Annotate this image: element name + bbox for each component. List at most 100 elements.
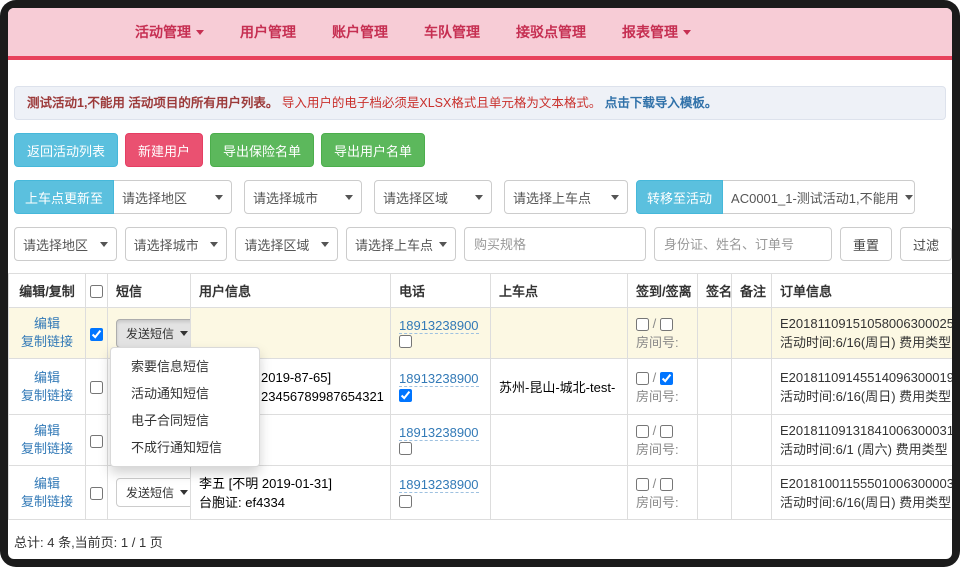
edit-link[interactable]: 编辑 [34, 423, 60, 438]
back-to-activities-button[interactable]: 返回活动列表 [14, 133, 118, 167]
chevron-down-icon [321, 242, 329, 247]
sign-in-checkbox[interactable] [636, 318, 649, 331]
edit-copy-cell: 编辑 复制链接 [9, 308, 86, 359]
download-template-link[interactable]: 点击下载导入模板。 [605, 96, 718, 110]
menu-item-request-info-sms[interactable]: 索要信息短信 [111, 353, 259, 380]
pickup-point-select[interactable]: 请选择上车点 [504, 180, 628, 214]
sign-out-checkbox[interactable] [660, 318, 673, 331]
copy-link[interactable]: 复制链接 [21, 388, 73, 403]
sign-cell: / 房间号: [628, 308, 698, 359]
phone-checkbox[interactable] [399, 335, 412, 348]
select-value: 请选择城市 [253, 188, 318, 207]
chevron-down-icon [100, 242, 108, 247]
district-select[interactable]: 请选择区域 [374, 180, 492, 214]
sign-in-checkbox[interactable] [636, 425, 649, 438]
filter-region-select[interactable]: 请选择地区 [14, 227, 117, 261]
chevron-down-icon [439, 242, 447, 247]
nav-account-management[interactable]: 账户管理 [332, 22, 388, 42]
pickup-cell [491, 308, 628, 359]
edit-link[interactable]: 编辑 [34, 370, 60, 385]
search-input[interactable] [654, 227, 832, 261]
copy-link[interactable]: 复制链接 [21, 494, 73, 509]
send-sms-button[interactable]: 发送短信 [116, 478, 191, 507]
nav-user-management[interactable]: 用户管理 [240, 22, 296, 42]
reset-button[interactable]: 重置 [840, 227, 892, 261]
chevron-down-icon [683, 30, 691, 35]
sign-out-checkbox[interactable] [660, 478, 673, 491]
row-checkbox[interactable] [90, 487, 103, 500]
export-insurance-button[interactable]: 导出保险名单 [210, 133, 314, 167]
phone-checkbox[interactable] [399, 389, 412, 402]
order-details: 活动时间:6/16(周日) 费用类型 [780, 493, 952, 512]
export-users-button[interactable]: 导出用户名单 [321, 133, 425, 167]
nav-pickup-point-management[interactable]: 接驳点管理 [516, 22, 586, 42]
sign-out-checkbox[interactable] [660, 372, 673, 385]
sms-dropdown-menu: 索要信息短信 活动通知短信 电子合同短信 不成行通知短信 [110, 347, 260, 467]
nav-activity-management[interactable]: 活动管理 [135, 22, 204, 42]
header-pickup: 上车点 [491, 274, 628, 308]
table-header-row: 编辑/复制 短信 用户信息 电话 上车点 签到/签离 签名 备注 订单信息 [9, 274, 953, 308]
pickup-cell [491, 415, 628, 466]
select-value: 请选择区域 [383, 188, 448, 207]
phone-checkbox[interactable] [399, 495, 412, 508]
phone-link[interactable]: 18913238900 [399, 425, 479, 441]
note-cell [732, 308, 772, 359]
row-checkbox[interactable] [90, 381, 103, 394]
slash-separator: / [653, 370, 657, 385]
nav-fleet-management[interactable]: 车队管理 [424, 22, 480, 42]
city-select[interactable]: 请选择城市 [244, 180, 362, 214]
menu-item-cancel-notice-sms[interactable]: 不成行通知短信 [111, 434, 259, 461]
nav-report-management[interactable]: 报表管理 [622, 22, 691, 42]
nav-label: 账户管理 [332, 22, 388, 42]
sign-in-checkbox[interactable] [636, 478, 649, 491]
header-sign: 签到/签离 [628, 274, 698, 308]
room-number-label: 房间号: [636, 493, 689, 512]
edit-copy-cell: 编辑 复制链接 [9, 466, 86, 520]
select-all-checkbox[interactable] [90, 285, 103, 298]
update-pickup-button[interactable]: 上车点更新至 [14, 180, 114, 214]
alert-title: 测试活动1,不能用 活动项目的所有用户列表。 [27, 96, 278, 110]
sign-out-checkbox[interactable] [660, 425, 673, 438]
menu-item-activity-notice-sms[interactable]: 活动通知短信 [111, 380, 259, 407]
spec-input[interactable] [464, 227, 646, 261]
sign-in-checkbox[interactable] [636, 372, 649, 385]
filter-city-select[interactable]: 请选择城市 [125, 227, 228, 261]
filter-button[interactable]: 过滤 [900, 227, 952, 261]
row-select-cell [86, 308, 108, 359]
phone-link[interactable]: 18913238900 [399, 371, 479, 387]
phone-link[interactable]: 18913238900 [399, 477, 479, 493]
user-line2: 台胞证: ef4334 [199, 493, 382, 512]
slash-separator: / [653, 423, 657, 438]
transfer-activity-button[interactable]: 转移至活动 [636, 180, 723, 214]
order-number: E20181109151058006300025 [780, 314, 952, 333]
user-line1: 李五 [不明 2019-01-31] [199, 474, 382, 493]
sign-cell: / 房间号: [628, 359, 698, 415]
row-checkbox[interactable] [90, 328, 103, 341]
row-select-cell [86, 415, 108, 466]
menu-item-e-contract-sms[interactable]: 电子合同短信 [111, 407, 259, 434]
row-checkbox[interactable] [90, 435, 103, 448]
phone-checkbox[interactable] [399, 442, 412, 455]
chevron-down-icon [345, 195, 353, 200]
table-row: 编辑 复制链接 发送短信 李五 [不明 2019-01-31] 台胞证: ef4… [9, 466, 953, 520]
edit-link[interactable]: 编辑 [34, 476, 60, 491]
new-user-button[interactable]: 新建用户 [125, 133, 203, 167]
phone-link[interactable]: 18913238900 [399, 318, 479, 334]
select-value: 请选择区域 [244, 235, 309, 254]
filter-pickup-select[interactable]: 请选择上车点 [346, 227, 456, 261]
filter-district-select[interactable]: 请选择区域 [235, 227, 338, 261]
page: 活动管理 用户管理 账户管理 车队管理 接驳点管理 报表管理 测试活动1,不能用… [8, 8, 952, 559]
select-value: 请选择地区 [122, 188, 187, 207]
send-sms-button[interactable]: 发送短信 [116, 319, 191, 348]
region-select[interactable]: 请选择地区 [114, 180, 232, 214]
select-value: 请选择地区 [23, 235, 88, 254]
copy-link[interactable]: 复制链接 [21, 334, 73, 349]
edit-copy-cell: 编辑 复制链接 [9, 415, 86, 466]
pickup-cell: 苏州-昆山-城北-test- [491, 359, 628, 415]
activity-select[interactable]: AC0001_1-测试活动1,不能用 [723, 180, 915, 214]
copy-link[interactable]: 复制链接 [21, 441, 73, 456]
chevron-down-icon [905, 195, 913, 200]
room-number-label: 房间号: [636, 387, 689, 406]
edit-link[interactable]: 编辑 [34, 316, 60, 331]
sign-cell: / 房间号: [628, 466, 698, 520]
